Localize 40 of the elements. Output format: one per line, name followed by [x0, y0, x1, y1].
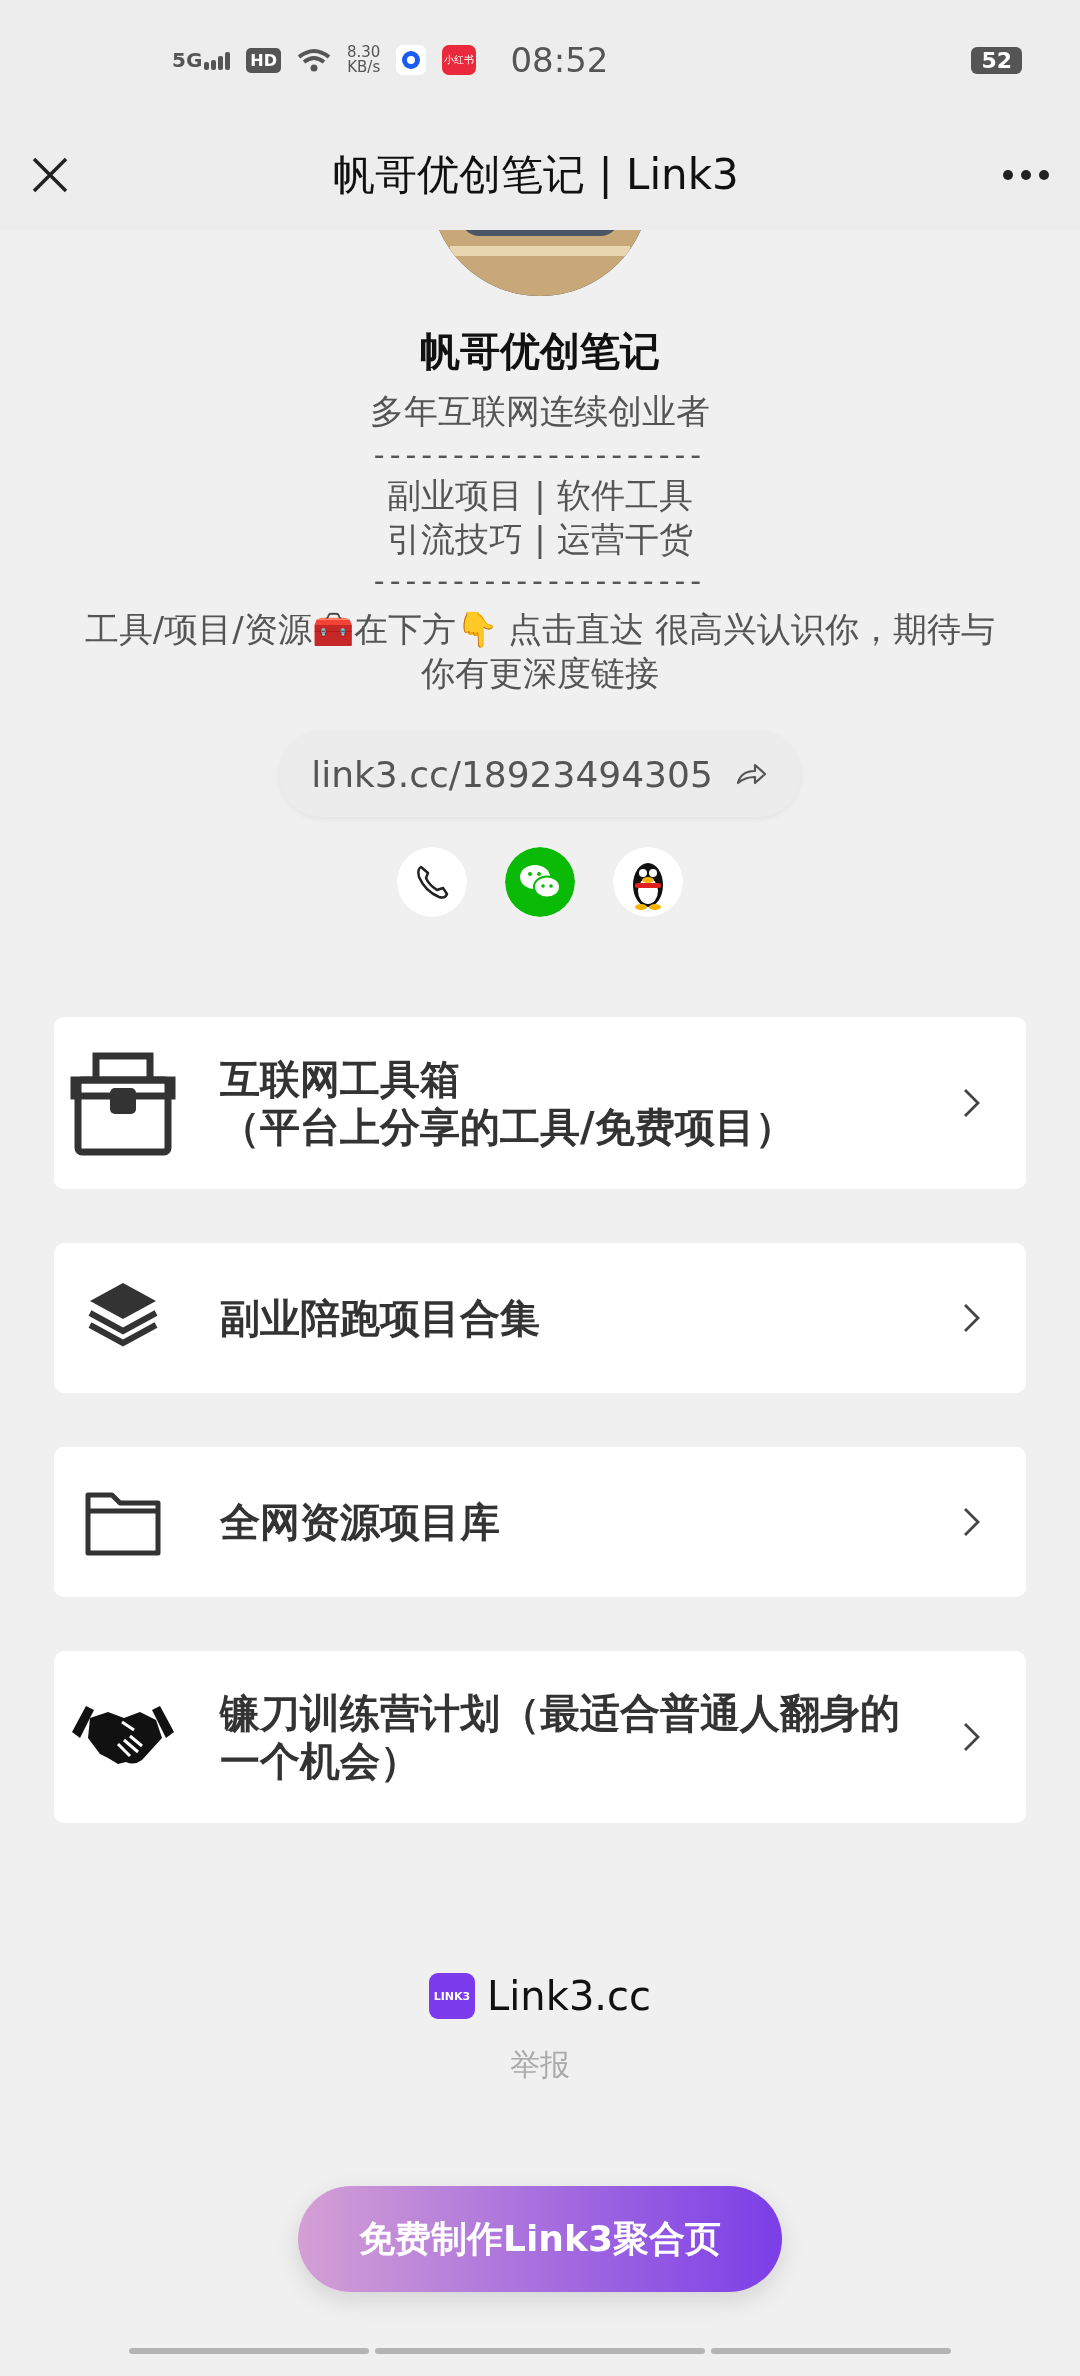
battery-indicator: 52 — [971, 46, 1022, 74]
profile-intro: 工具/项目/资源🧰在下方👇 点击直达 很高兴认识你，期待与你有更深度链接 — [83, 608, 997, 695]
link-card[interactable]: 互联网工具箱 （平台上分享的工具/免费项目） — [54, 1017, 1026, 1189]
app-icon — [396, 45, 427, 75]
link-card[interactable]: 副业陪跑项目合集 — [54, 1243, 1026, 1393]
link-card[interactable]: 全网资源项目库 — [54, 1447, 1026, 1597]
close-icon[interactable] — [30, 155, 70, 195]
page-title: 帆哥优创笔记 | Link3 — [332, 149, 740, 201]
profile-link[interactable]: link3.cc/18923494305 — [279, 731, 801, 817]
link-title: 副业陪跑项目合集 — [220, 1294, 541, 1342]
profile-tags: 副业项目 | 软件工具 — [387, 473, 693, 517]
share-icon[interactable] — [734, 761, 767, 787]
network-label: 5G — [172, 50, 203, 70]
brand-logo: LINK3 — [428, 1973, 475, 2019]
phone-icon[interactable] — [397, 847, 467, 917]
profile-tagline: 多年互联网连续创业者 — [370, 390, 710, 433]
speed-value: 8.30 — [347, 45, 381, 60]
signal-icon — [204, 52, 231, 70]
speed-unit: KB/s — [347, 60, 381, 75]
link-subtitle: （平台上分享的工具/免费项目） — [220, 1103, 796, 1151]
link-title: 镰刀训练营计划（最适合普通人翻身的一个机会） — [220, 1689, 901, 1785]
penguin-icon[interactable] — [613, 847, 683, 917]
chevron-icon — [962, 1721, 982, 1753]
clock: 08:52 — [510, 40, 609, 80]
dashed-line: --------------------- — [373, 563, 707, 599]
dashed-line: --------------------- — [373, 437, 707, 473]
chevron-icon — [962, 1506, 982, 1538]
brand-name: Link3.cc — [486, 1973, 652, 2019]
wifi-icon — [297, 47, 331, 73]
chevron-icon — [962, 1302, 982, 1334]
profile-tags: 引流技巧 | 运营干货 — [387, 517, 693, 561]
link-title: 互联网工具箱 — [220, 1055, 461, 1103]
link-title: 全网资源项目库 — [220, 1498, 501, 1546]
link-card[interactable]: 镰刀训练营计划（最适合普通人翻身的一个机会） — [54, 1651, 1026, 1823]
profile-name: 帆哥优创笔记 — [420, 327, 660, 376]
more-icon[interactable] — [1002, 169, 1050, 181]
chat-bubbles-icon[interactable] — [505, 847, 575, 917]
hd-badge: HD — [246, 47, 281, 73]
app-badge: 小红书 — [442, 45, 477, 75]
chevron-icon — [962, 1087, 982, 1119]
